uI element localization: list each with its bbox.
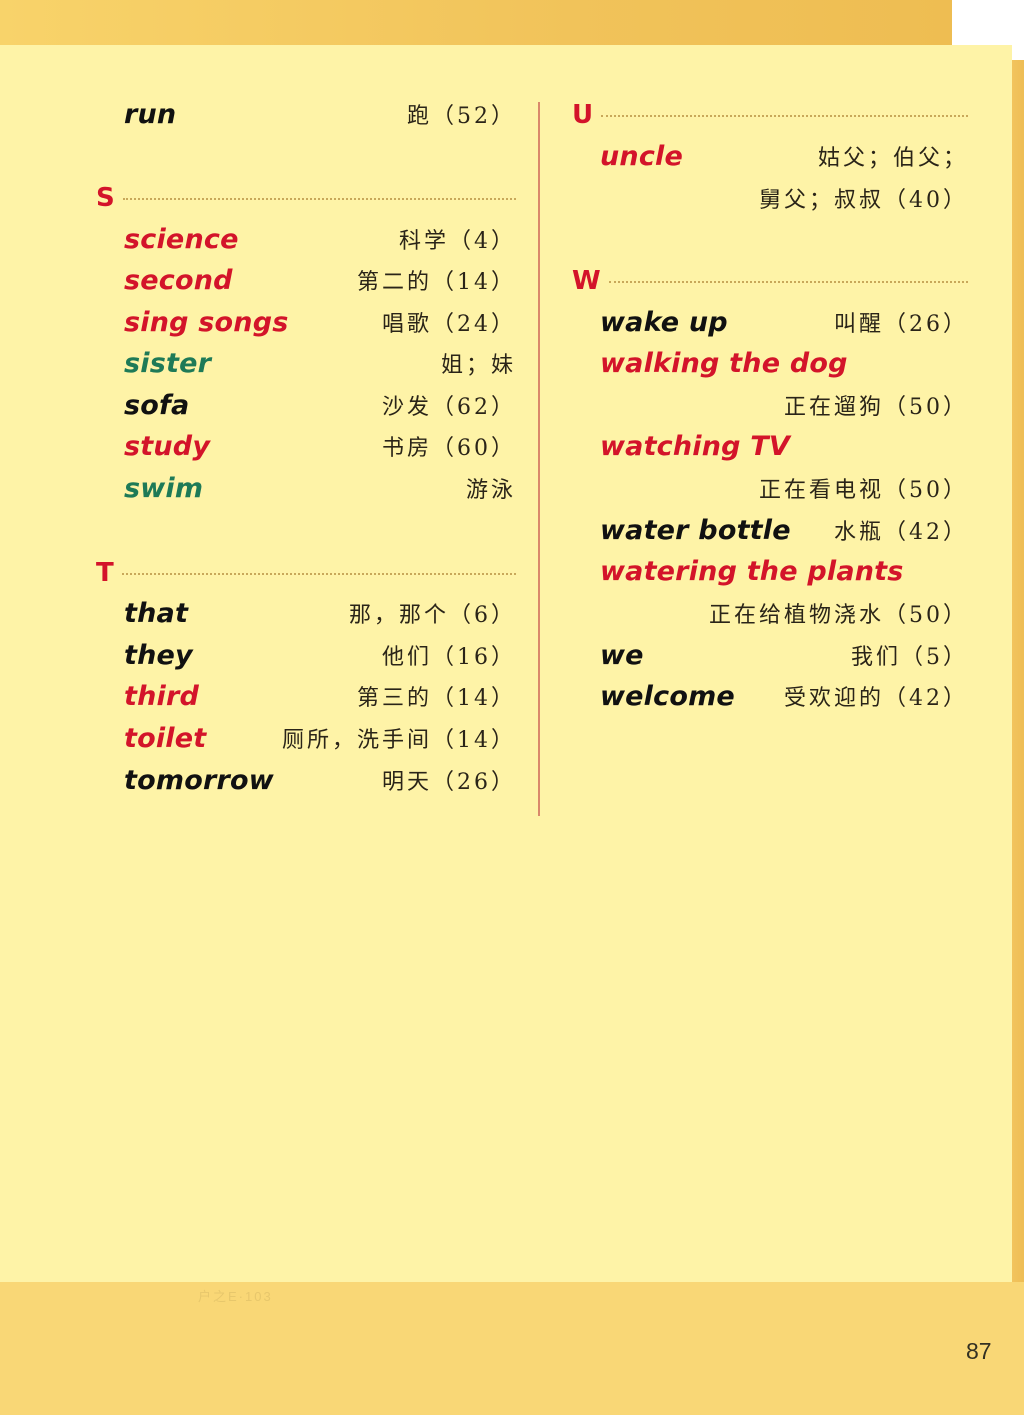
vocab-meaning: 受欢迎的（42） [784,686,968,711]
dotted-rule [121,573,516,575]
section-letter: U [572,100,594,130]
vocab-entry: sofa 沙发（62） [124,385,516,425]
vocab-meaning: 跑（52） [407,104,516,129]
vocab-meaning: 第三的（14） [357,686,516,711]
vocab-meaning: 唱歌（24） [382,312,516,337]
vocab-entry: watering the plants [600,551,968,591]
vocab-entry: wake up 叫醒（26） [600,302,968,342]
dotted-rule [601,115,968,117]
vocab-word: swim [124,472,204,504]
vocab-entry: walking the dog [600,343,968,383]
vocab-entry: toilet 厕所，洗手间（14） [124,718,516,758]
faint-print-mark: 户之E·103 [198,1289,273,1304]
vocab-entry-uncle: uncle 姑父；伯父； [600,136,968,176]
vocab-meaning: 水瓶（42） [834,520,968,545]
vocab-meaning-continued: 正在给植物浇水（50） [709,593,968,633]
section-header-s: S [96,185,516,211]
vocab-word: sing songs [124,306,289,338]
vocab-word: we [600,639,644,671]
section-letter: W [572,266,601,296]
vocab-meaning: 姐；妹 [440,353,516,378]
vocab-meaning: 我们（5） [851,645,968,670]
vocab-word: watering the plants [600,555,904,587]
vocab-meaning: 舅父；叔叔（40） [759,188,968,213]
vocab-word: toilet [124,722,207,754]
vocab-meaning: 厕所，洗手间（14） [282,728,516,753]
bottom-border-band [0,1282,1024,1415]
dotted-rule [608,281,968,283]
section-letter: T [96,558,114,588]
vocab-entry: swim 游泳 [124,468,516,508]
section-header-w: W [572,268,968,294]
vocab-entry: watching TV [600,426,968,466]
vocab-entry: welcome 受欢迎的（42） [600,676,968,716]
vocab-meaning-continued: 舅父；叔叔（40） [759,178,968,218]
vocab-word: third [124,680,200,712]
section-header-t: T [96,560,516,586]
page-number: 87 [966,1338,992,1364]
vocab-word: tomorrow [124,764,274,796]
vocab-entry-run: run 跑（52） [124,94,516,134]
section-letter: S [96,183,115,213]
vocab-word: science [124,223,239,255]
vocab-word: run [124,98,177,130]
vocab-word: welcome [600,680,735,712]
vocab-entry: water bottle 水瓶（42） [600,510,968,550]
vocab-word: wake up [600,306,728,338]
vocab-word: water bottle [600,514,791,546]
vocab-meaning-continued: 正在遛狗（50） [784,385,968,425]
top-border-band [0,0,952,45]
vocab-word: they [124,639,193,671]
vocab-word: walking the dog [600,347,848,379]
vocab-entry: that 那，那个（6） [124,593,516,633]
column-divider [538,102,540,816]
dotted-rule [122,198,516,200]
vocab-entry: tomorrow 明天（26） [124,760,516,800]
vocab-word: watching TV [600,430,791,462]
vocab-meaning: 游泳 [465,478,516,503]
vocab-entry: sing songs 唱歌（24） [124,302,516,342]
vocab-word: second [124,264,233,296]
vocab-word: that [124,597,189,629]
vocab-meaning: 那，那个（6） [349,603,516,628]
vocab-word: study [124,430,211,462]
vocab-meaning: 他们（16） [382,645,516,670]
vocab-meaning: 书房（60） [382,436,516,461]
vocab-entry: third 第三的（14） [124,676,516,716]
vocab-meaning: 正在看电视（50） [759,478,968,503]
vocab-entry: study 书房（60） [124,426,516,466]
vocab-meaning: 姑父；伯父； [817,146,968,171]
section-header-u: U [572,102,968,128]
vocab-meaning: 科学（4） [399,229,516,254]
right-border-strip [1012,60,1024,1285]
vocab-word: sofa [124,389,190,421]
vocab-meaning: 沙发（62） [382,395,516,420]
vocab-meaning: 明天（26） [382,770,516,795]
vocab-meaning-continued: 正在看电视（50） [759,468,968,508]
vocab-entry: science 科学（4） [124,219,516,259]
vocab-word: uncle [600,140,684,172]
vocab-meaning: 第二的（14） [357,270,516,295]
vocab-word: sister [124,347,212,379]
vocab-meaning: 叫醒（26） [834,312,968,337]
vocab-meaning: 正在遛狗（50） [784,395,968,420]
vocab-entry: they 他们（16） [124,635,516,675]
vocab-entry: we 我们（5） [600,635,968,675]
vocab-entry: second 第二的（14） [124,260,516,300]
vocab-meaning: 正在给植物浇水（50） [709,603,968,628]
vocab-entry: sister 姐；妹 [124,343,516,383]
